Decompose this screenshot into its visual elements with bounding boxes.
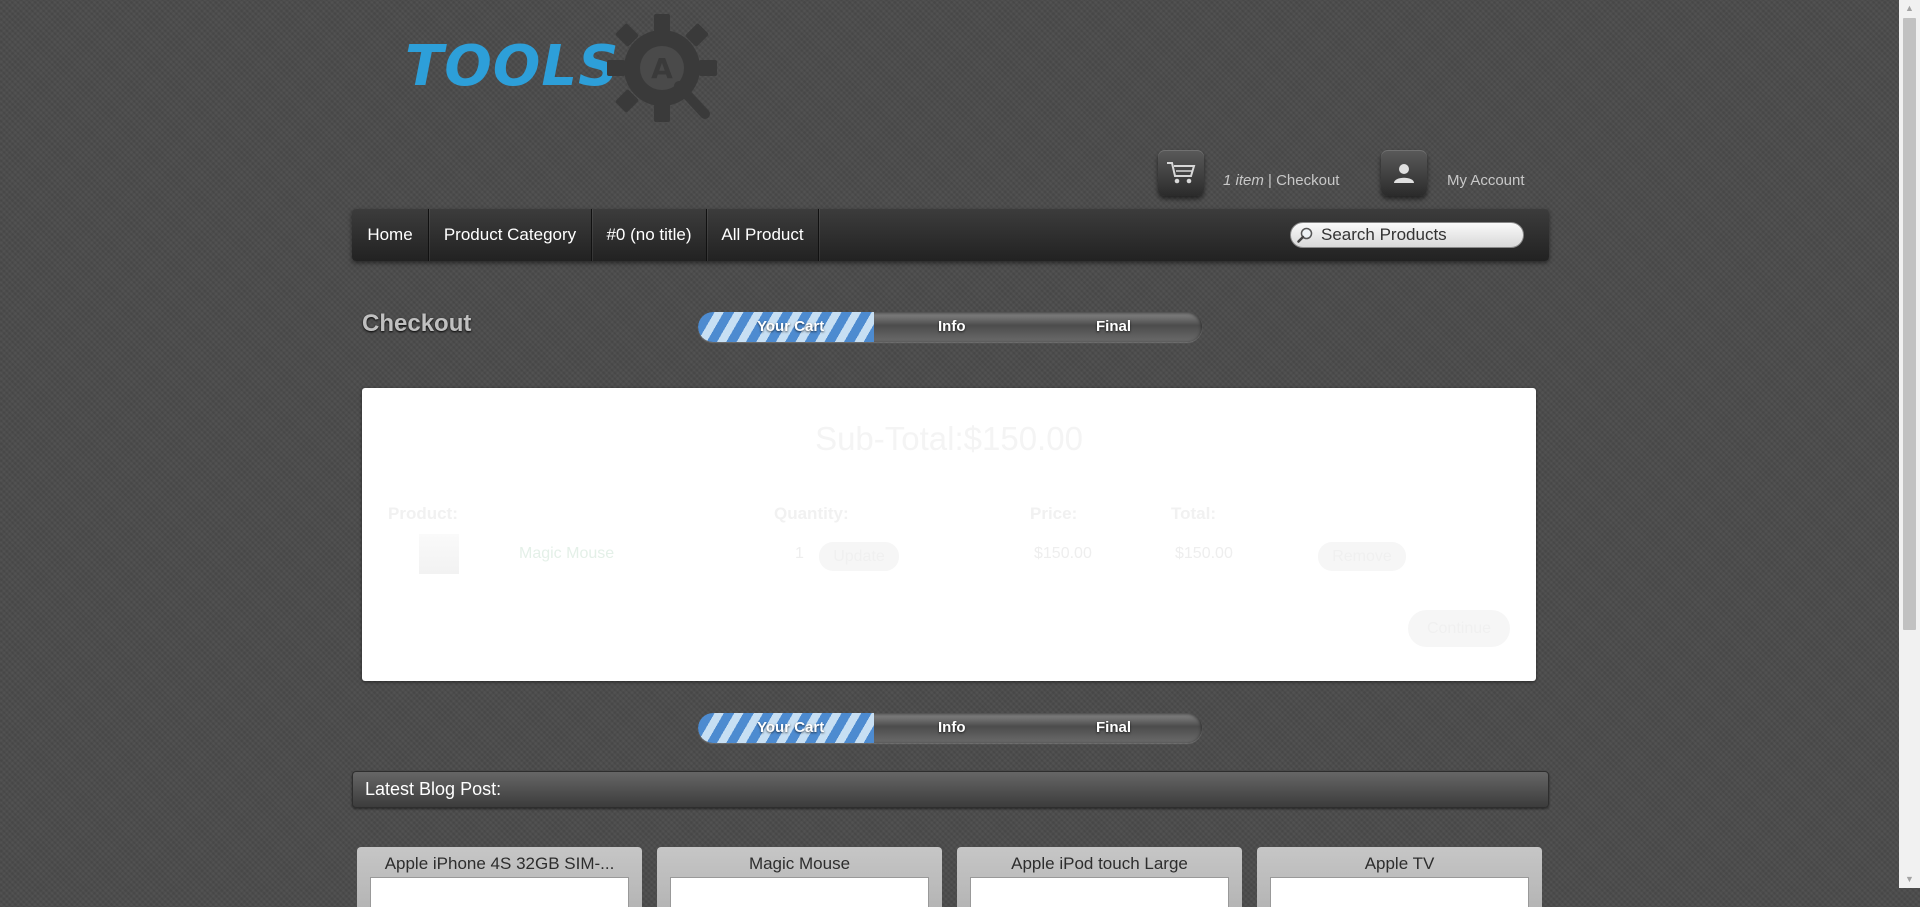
product-card-title[interactable]: Magic Mouse — [657, 854, 942, 874]
scroll-down-arrow-icon[interactable]: ▼ — [1899, 871, 1920, 888]
product-card-image[interactable] — [670, 877, 929, 907]
gear-icon: A — [607, 14, 717, 122]
search-input[interactable] — [1321, 225, 1517, 245]
column-header-product: Product: — [388, 504, 458, 523]
progress-step-info: Info — [938, 318, 966, 335]
checkout-progress-top: Your Cart Info Final — [698, 312, 1202, 342]
svg-text:A: A — [651, 52, 673, 85]
column-header-quantity: Quantity: — [774, 504, 849, 523]
blog-section-title: Latest Blog Post: — [365, 779, 502, 799]
cart-product-name[interactable]: Magic Mouse — [519, 545, 614, 563]
nav-item-home[interactable]: Home — [352, 209, 429, 261]
cart-summary[interactable]: 1 item | Checkout — [1223, 172, 1339, 189]
product-card[interactable]: Apple iPhone 4S 32GB SIM-... — [357, 847, 642, 907]
product-card[interactable]: Apple TV — [1257, 847, 1542, 907]
subtotal: Sub-Total:$150.00 — [815, 420, 1083, 457]
search-box[interactable] — [1290, 222, 1524, 248]
checkout-link[interactable]: Checkout — [1276, 172, 1339, 189]
nav-item-all-product[interactable]: All Product — [707, 209, 819, 261]
column-header-price: Price: — [1030, 504, 1078, 523]
search-icon — [1297, 227, 1313, 243]
remove-button[interactable]: Remove — [1318, 542, 1406, 571]
cart-item-total: $150.00 — [1175, 545, 1233, 562]
cart-panel: Sub-Total:$150.00 Product: Quantity: Pri… — [362, 388, 1536, 681]
progress-step-final: Final — [1096, 719, 1132, 736]
nav-item-no-title[interactable]: #0 (no title) — [592, 209, 707, 261]
progress-step-your-cart: Your Cart — [757, 719, 825, 736]
cart-separator: | — [1263, 172, 1277, 189]
page-title: Checkout — [362, 310, 472, 337]
product-card[interactable]: Magic Mouse — [657, 847, 942, 907]
column-header-total: Total: — [1171, 504, 1217, 523]
product-card-image[interactable] — [970, 877, 1229, 907]
cart-icon — [1167, 162, 1196, 184]
vertical-scrollbar[interactable]: ▲ ▼ — [1899, 0, 1920, 888]
cart-button[interactable] — [1158, 150, 1204, 196]
site-logo[interactable]: TOOLS A — [405, 12, 723, 124]
latest-blog-bar: Latest Blog Post: — [352, 771, 1549, 808]
scroll-up-arrow-icon[interactable]: ▲ — [1899, 0, 1920, 17]
update-button[interactable]: Update — [819, 542, 899, 571]
progress-step-your-cart: Your Cart — [757, 318, 825, 335]
scroll-thumb[interactable] — [1903, 18, 1916, 630]
my-account-link[interactable]: My Account — [1447, 172, 1525, 189]
cart-quantity-input[interactable]: 1 — [795, 545, 804, 563]
product-card-title[interactable]: Apple iPod touch Large — [957, 854, 1242, 874]
product-card-title[interactable]: Apple TV — [1257, 854, 1542, 874]
nav-item-product-category[interactable]: Product Category — [429, 209, 592, 261]
cart-item-count: 1 item — [1223, 172, 1264, 189]
user-icon — [1394, 164, 1414, 183]
checkout-progress-bottom: Your Cart Info Final — [698, 713, 1202, 743]
progress-step-final: Final — [1096, 318, 1132, 335]
product-card-image[interactable] — [370, 877, 629, 907]
continue-button[interactable]: Continue — [1408, 610, 1510, 647]
progress-step-info: Info — [938, 719, 966, 736]
cart-item-price: $150.00 — [1034, 545, 1092, 562]
logo-text: TOOLS — [405, 34, 620, 99]
product-thumbnail[interactable] — [419, 534, 459, 574]
product-card[interactable]: Apple iPod touch Large — [957, 847, 1242, 907]
account-button[interactable] — [1381, 150, 1427, 196]
product-card-image[interactable] — [1270, 877, 1529, 907]
product-card-title[interactable]: Apple iPhone 4S 32GB SIM-... — [357, 854, 642, 874]
main-nav: Home Product Category #0 (no title) All … — [352, 209, 1549, 261]
